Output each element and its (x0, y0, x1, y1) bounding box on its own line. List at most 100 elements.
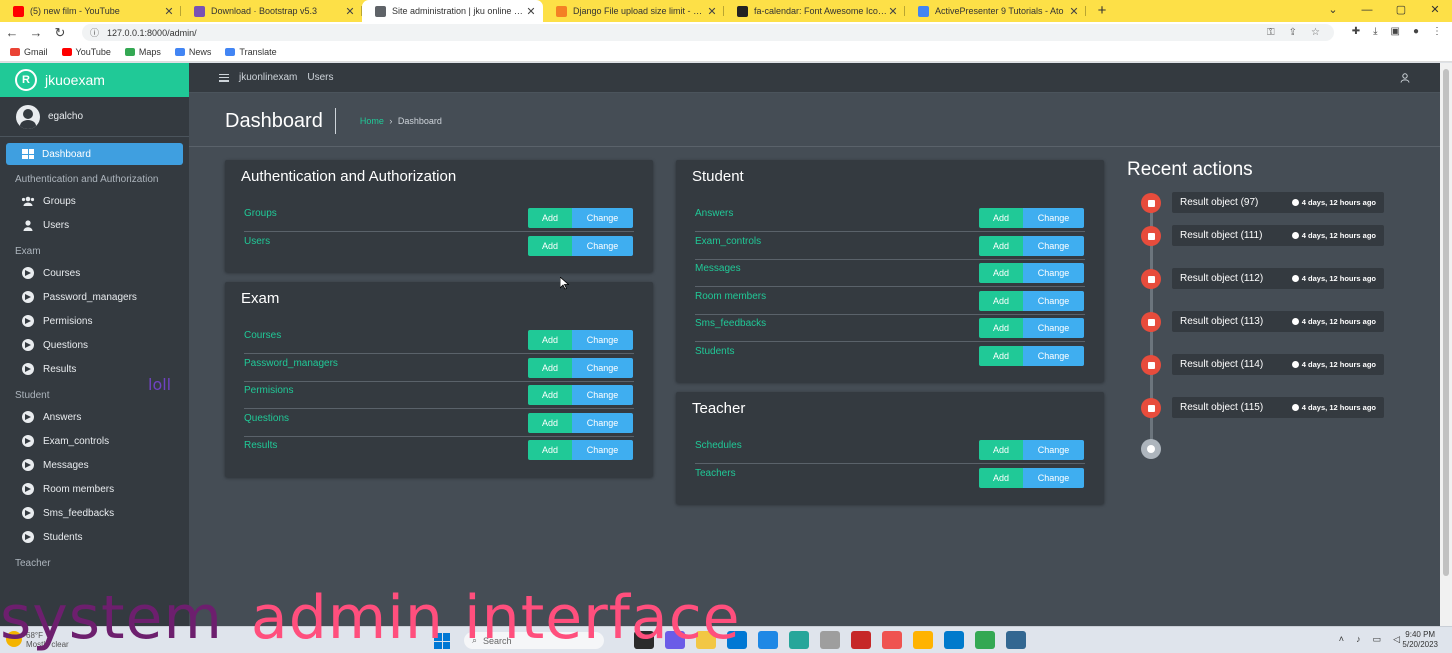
model-link-results[interactable]: Results (244, 440, 277, 451)
change-button[interactable]: Change (572, 208, 633, 228)
sidebar-item-users[interactable]: Users (0, 213, 189, 237)
app-icon[interactable] (913, 631, 933, 649)
breadcrumb-home-link[interactable]: Home (360, 116, 384, 126)
model-link-messages[interactable]: Messages (695, 263, 741, 274)
sidebar-item-permisions[interactable]: Permisions (0, 309, 189, 333)
side-panel-icon[interactable]: ▣ (1391, 26, 1400, 37)
download-icon[interactable]: ⤓ (1373, 26, 1377, 37)
brand[interactable]: R jkuoexam (0, 63, 189, 97)
close-window-button[interactable]: ✕ (1418, 0, 1452, 22)
sidebar-item-dashboard[interactable]: Dashboard (6, 143, 183, 165)
menu-toggle-icon[interactable] (219, 73, 229, 82)
model-link-users[interactable]: Users (244, 236, 270, 247)
recent-action-item[interactable]: Result object (115) 4 days, 12 hours ago (1172, 397, 1384, 418)
taskbar-clock[interactable]: 9:40 PM 5/20/2023 (1402, 630, 1438, 650)
bookmark-item[interactable]: Maps (124, 47, 161, 57)
bookmark-star-icon[interactable]: ☆ (1311, 27, 1320, 38)
chrome-icon[interactable] (975, 631, 995, 649)
recent-action-item[interactable]: Result object (114) 4 days, 12 hours ago (1172, 354, 1384, 375)
app-icon[interactable] (820, 631, 840, 649)
change-button[interactable]: Change (572, 330, 633, 350)
add-button[interactable]: Add (979, 467, 1023, 488)
add-button[interactable]: Add (979, 290, 1023, 311)
reload-button[interactable]: ↻ (48, 25, 72, 41)
add-button[interactable]: Add (528, 385, 572, 405)
recent-action-item[interactable]: Result object (113) 4 days, 12 hours ago (1172, 311, 1384, 332)
browser-tab[interactable]: Download · Bootstrap v5.3 ✕ (181, 0, 362, 22)
change-button[interactable]: Change (1023, 440, 1084, 460)
key-icon[interactable]: ⚿ (1267, 27, 1275, 38)
url-bar[interactable]: ⓘ 127.0.0.1:8000/admin/ ⚿ ⇪ ☆ (82, 24, 1334, 41)
change-button[interactable]: Change (1023, 208, 1084, 228)
user-menu-icon[interactable] (1400, 73, 1410, 83)
change-button[interactable]: Change (572, 357, 633, 378)
topnav-link-site[interactable]: jkuonlinexam (239, 72, 297, 83)
minimize-button[interactable]: — (1350, 0, 1384, 22)
page-scrollbar[interactable] (1440, 63, 1452, 626)
sidebar-item-groups[interactable]: Groups (0, 189, 189, 213)
close-tab-icon[interactable]: ✕ (1068, 5, 1080, 18)
add-button[interactable]: Add (979, 345, 1023, 366)
sidebar-item-exam-controls[interactable]: Exam_controls (0, 429, 189, 453)
close-tab-icon[interactable]: ✕ (525, 5, 537, 18)
mail-icon[interactable] (758, 631, 778, 649)
add-button[interactable]: Add (528, 440, 572, 460)
change-button[interactable]: Change (1023, 345, 1084, 366)
sidebar-item-answers[interactable]: Answers (0, 405, 189, 429)
add-button[interactable]: Add (979, 318, 1023, 338)
model-link-teachers[interactable]: Teachers (695, 468, 736, 479)
change-button[interactable]: Change (1023, 290, 1084, 311)
model-link-schedules[interactable]: Schedules (695, 440, 742, 451)
browser-tab[interactable]: ActivePresenter 9 Tutorials - Ato ✕ (905, 0, 1086, 22)
browser-tab[interactable]: (5) new film - YouTube ✕ (0, 0, 181, 22)
close-tab-icon[interactable]: ✕ (706, 5, 718, 18)
sidebar-item-students[interactable]: Students (0, 525, 189, 549)
model-link-sms-feedbacks[interactable]: Sms_feedbacks (695, 318, 766, 329)
recent-action-item[interactable]: Result object (111) 4 days, 12 hours ago (1172, 225, 1384, 246)
close-tab-icon[interactable]: ✕ (163, 5, 175, 18)
sidebar-item-questions[interactable]: Questions (0, 333, 189, 357)
change-button[interactable]: Change (1023, 318, 1084, 338)
browser-tab[interactable]: fa-calendar: Font Awesome Icons ✕ (724, 0, 905, 22)
model-link-answers[interactable]: Answers (695, 208, 733, 219)
bookmark-item[interactable]: YouTube (61, 47, 111, 57)
edge-icon[interactable] (789, 631, 809, 649)
tab-search-icon[interactable]: ⌄ (1316, 0, 1350, 22)
add-button[interactable]: Add (979, 235, 1023, 256)
vscode-icon[interactable] (944, 631, 964, 649)
change-button[interactable]: Change (572, 235, 633, 256)
model-link-questions[interactable]: Questions (244, 413, 289, 424)
recent-action-item[interactable]: Result object (112) 4 days, 12 hours ago (1172, 268, 1384, 289)
sidebar-item-courses[interactable]: Courses (0, 261, 189, 285)
microphone-icon[interactable]: ♪ (1356, 634, 1361, 645)
recent-action-item[interactable]: Result object (97) 4 days, 12 hours ago (1172, 192, 1384, 213)
network-icon[interactable]: ▭ (1373, 634, 1382, 645)
model-link-students[interactable]: Students (695, 346, 734, 357)
close-tab-icon[interactable]: ✕ (887, 5, 899, 18)
site-info-icon[interactable]: ⓘ (90, 26, 99, 39)
maximize-button[interactable]: ▢ (1384, 0, 1418, 22)
change-button[interactable]: Change (572, 440, 633, 460)
add-button[interactable]: Add (979, 440, 1023, 460)
forward-button[interactable]: → (24, 25, 48, 40)
model-link-courses[interactable]: Courses (244, 330, 281, 341)
sidebar-item-messages[interactable]: Messages (0, 453, 189, 477)
model-link-password-managers[interactable]: Password_managers (244, 358, 338, 369)
sidebar-item-sms-feedbacks[interactable]: Sms_feedbacks (0, 501, 189, 525)
add-button[interactable]: Add (979, 208, 1023, 228)
model-link-permisions[interactable]: Permisions (244, 385, 293, 396)
add-button[interactable]: Add (979, 263, 1023, 283)
app-icon[interactable] (851, 631, 871, 649)
model-link-room-members[interactable]: Room members (695, 291, 766, 302)
change-button[interactable]: Change (572, 385, 633, 405)
share-icon[interactable]: ⇪ (1289, 27, 1297, 38)
sidebar-item-password-managers[interactable]: Password_managers (0, 285, 189, 309)
change-button[interactable]: Change (1023, 235, 1084, 256)
close-tab-icon[interactable]: ✕ (344, 5, 356, 18)
model-link-exam-controls[interactable]: Exam_controls (695, 236, 761, 247)
scrollbar-thumb[interactable] (1443, 69, 1449, 576)
add-button[interactable]: Add (528, 208, 572, 228)
add-button[interactable]: Add (528, 357, 572, 378)
bookmark-item[interactable]: News (174, 47, 211, 57)
change-button[interactable]: Change (1023, 263, 1084, 283)
